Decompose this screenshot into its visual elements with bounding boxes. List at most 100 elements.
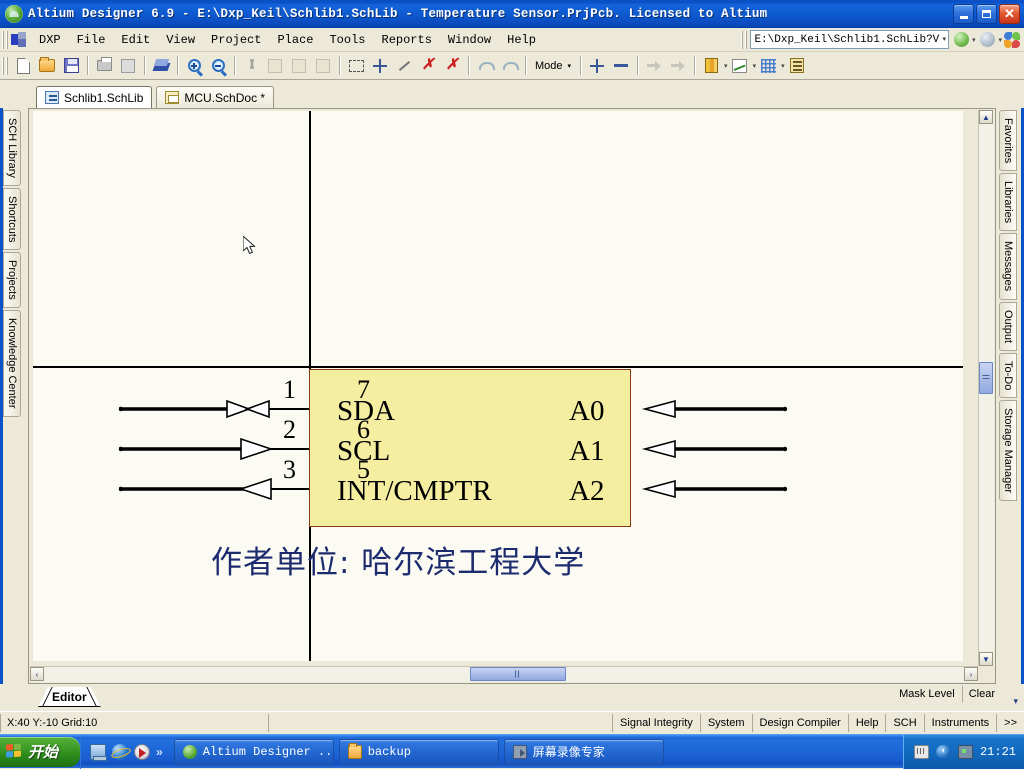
print-button[interactable]	[92, 54, 116, 77]
internet-explorer-icon[interactable]	[112, 743, 129, 760]
undo-button[interactable]	[473, 54, 497, 77]
status-button-system[interactable]: System	[699, 714, 752, 732]
clear-selection-button[interactable]: ✗	[416, 54, 440, 77]
sidebar-item-favorites[interactable]: Favorites	[999, 110, 1017, 172]
left-panel-rail: SCH Library Shortcuts Projects Knowledge…	[0, 108, 28, 684]
show-desktop-icon[interactable]	[90, 743, 108, 761]
nav-drag-grip[interactable]	[741, 30, 748, 49]
zoom-in-button[interactable]	[182, 54, 206, 77]
remove-component-button[interactable]	[609, 54, 633, 77]
start-button[interactable]: 开始	[0, 736, 81, 767]
mask-chevron-down-icon[interactable]: ▾	[1013, 696, 1018, 707]
back-chevron-down-icon[interactable]: ▾	[972, 36, 976, 44]
clear-mask-button[interactable]: Clear	[961, 685, 1002, 703]
vertical-scroll-thumb[interactable]	[979, 362, 993, 394]
sidebar-item-storage-manager[interactable]: Storage Manager	[999, 399, 1017, 501]
quick-launch-chevron-icon[interactable]: »	[156, 745, 163, 759]
vertical-scrollbar[interactable]: ▲ ▼	[978, 110, 994, 666]
media-player-icon[interactable]	[134, 743, 151, 760]
paste-button[interactable]	[287, 54, 311, 77]
redo-button[interactable]	[497, 54, 521, 77]
tab-mcu-schdoc[interactable]: MCU.SchDoc *	[156, 86, 275, 108]
signal-chart-button[interactable]	[728, 54, 752, 77]
menu-item-place[interactable]: Place	[269, 30, 321, 50]
back-button[interactable]	[952, 30, 971, 49]
close-button[interactable]: ✕	[999, 3, 1020, 24]
tile-windows-button[interactable]	[785, 54, 809, 77]
sidebar-item-libraries[interactable]: Libraries	[999, 173, 1017, 232]
maximize-button[interactable]	[976, 3, 997, 24]
tab-schlib1[interactable]: Schlib1.SchLib	[36, 86, 153, 108]
taskbar-item-backup[interactable]: backup	[338, 738, 499, 765]
sidebar-item-projects[interactable]: Projects	[3, 252, 21, 309]
status-button-sch[interactable]: SCH	[885, 714, 923, 732]
sidebar-item-knowledge-center[interactable]: Knowledge Center	[3, 310, 21, 417]
menu-item-edit[interactable]: Edit	[113, 30, 158, 50]
sidebar-item-sch-library[interactable]: SCH Library	[3, 110, 21, 186]
layers-button[interactable]	[149, 54, 173, 77]
menu-item-window[interactable]: Window	[440, 30, 499, 50]
language-bar-icon[interactable]: ‹	[935, 744, 951, 759]
title-bar: Altium Designer 6.9 - E:\Dxp_Keil\Schlib…	[0, 0, 1024, 28]
menu-item-tools[interactable]: Tools	[321, 30, 373, 50]
select-area-button[interactable]	[344, 54, 368, 77]
previous-part-button[interactable]	[642, 54, 666, 77]
browse-library-button[interactable]	[699, 54, 723, 77]
horizontal-scroll-thumb[interactable]	[470, 667, 566, 681]
horizontal-scrollbar[interactable]: ‹ ›	[30, 666, 978, 682]
status-button-help[interactable]: Help	[847, 714, 886, 732]
undo-arrow-icon	[478, 60, 495, 72]
status-button-instruments[interactable]: Instruments	[923, 714, 996, 732]
menu-item-dxp[interactable]: DXP	[31, 30, 69, 50]
next-part-button[interactable]	[666, 54, 690, 77]
keyboard-icon[interactable]	[913, 744, 929, 759]
copy-button[interactable]	[263, 54, 287, 77]
menu-item-file[interactable]: File	[69, 30, 114, 50]
deselect-button[interactable]	[392, 54, 416, 77]
toolbar-drag-grip[interactable]	[2, 56, 8, 75]
menu-item-view[interactable]: View	[158, 30, 203, 50]
sidebar-item-output[interactable]: Output	[999, 301, 1017, 351]
menu-drag-grip[interactable]	[2, 30, 8, 49]
address-combobox[interactable]: E:\Dxp_Keil\Schlib1.SchLib?View ▾	[750, 30, 949, 49]
sidebar-item-to-do[interactable]: To-Do	[999, 352, 1017, 398]
new-document-button[interactable]	[11, 54, 35, 77]
add-component-button[interactable]	[585, 54, 609, 77]
forward-chevron-down-icon[interactable]: ▾	[998, 36, 1002, 44]
status-button-signal-integrity[interactable]: Signal Integrity	[612, 714, 700, 732]
grid-settings-button[interactable]	[756, 54, 780, 77]
home-clover-icon[interactable]	[1004, 31, 1020, 48]
taskbar-item-screen-recorder[interactable]: 屏幕录像专家	[503, 738, 664, 765]
menu-item-help[interactable]: Help	[499, 30, 544, 50]
sidebar-item-shortcuts[interactable]: Shortcuts	[3, 187, 21, 251]
menu-item-project[interactable]: Project	[203, 30, 269, 50]
cut-button[interactable]	[239, 54, 263, 77]
scroll-right-button[interactable]: ›	[964, 667, 978, 681]
document-tab-bar: Schlib1.SchLib MCU.SchDoc *	[0, 80, 1024, 108]
open-document-button[interactable]	[35, 54, 59, 77]
annotation-text[interactable]: 作者单位: 哈尔滨工程大学	[211, 537, 585, 582]
network-icon[interactable]	[957, 744, 973, 759]
scroll-up-button[interactable]: ▲	[979, 110, 993, 124]
editor-tab[interactable]: Editor	[38, 687, 101, 707]
move-selection-button[interactable]	[368, 54, 392, 77]
taskbar-clock[interactable]: 21:21	[980, 745, 1016, 759]
save-document-button[interactable]	[59, 54, 83, 77]
sidebar-item-messages[interactable]: Messages	[999, 233, 1017, 300]
status-button-design-compiler[interactable]: Design Compiler	[751, 714, 848, 732]
mode-dropdown[interactable]: Mode ▾	[530, 58, 576, 74]
status-button-more[interactable]: >>	[996, 714, 1024, 732]
clear-filter-button[interactable]: ✗	[440, 54, 464, 77]
menu-item-reports[interactable]: Reports	[374, 30, 440, 50]
taskbar-item-altium[interactable]: Altium Designer ....	[173, 738, 334, 765]
zoom-out-button[interactable]	[206, 54, 230, 77]
scroll-left-button[interactable]: ‹	[30, 667, 44, 681]
schematic-canvas[interactable]: 1 2 3 7 6 5 SDA SCL INT/CMPTR A0 A1 A2 作…	[33, 111, 963, 661]
chevron-down-icon[interactable]: ▾	[942, 35, 946, 44]
print-preview-button[interactable]	[116, 54, 140, 77]
stamp-button[interactable]	[311, 54, 335, 77]
forward-button[interactable]	[978, 30, 997, 49]
scroll-down-button[interactable]: ▼	[979, 652, 993, 666]
mask-level-button[interactable]: Mask Level	[892, 685, 962, 703]
minimize-button[interactable]	[953, 3, 974, 24]
